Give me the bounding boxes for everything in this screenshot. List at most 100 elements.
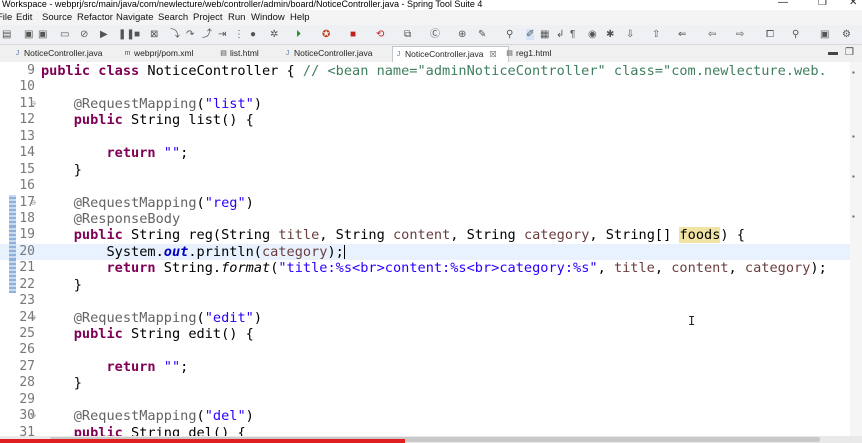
- code-line[interactable]: 30 ⊖ @RequestMapping("del"): [0, 408, 850, 424]
- skip-breakpoints-icon[interactable]: ⊘: [80, 29, 88, 40]
- tab-reg1-html[interactable]: ▤ reg1.html: [504, 46, 551, 61]
- menu-project[interactable]: Project: [193, 10, 223, 25]
- code-line[interactable]: 22 }: [0, 276, 850, 294]
- forward-icon[interactable]: ⇨: [736, 29, 744, 40]
- line-gutter[interactable]: 24 ⊖: [0, 310, 40, 326]
- code-line[interactable]: 17 ⊖ @RequestMapping("reg"): [0, 194, 850, 211]
- code-line[interactable]: 27 return "";: [0, 359, 850, 375]
- save-all-icon[interactable]: ▣: [38, 29, 47, 40]
- tab-notice-controller-1[interactable]: J NoticeController.java: [12, 46, 103, 61]
- code-line[interactable]: 13: [0, 129, 850, 145]
- close-tab-icon[interactable]: ☒: [489, 50, 496, 59]
- menu-navigate[interactable]: Navigate: [116, 10, 154, 25]
- block-selection-icon[interactable]: ▦: [540, 29, 549, 40]
- code-line[interactable]: 29: [0, 392, 850, 408]
- show-whitespace-icon[interactable]: ¶: [570, 29, 575, 40]
- menu-run[interactable]: Run: [228, 10, 245, 25]
- code-line[interactable]: 18 @ResponseBody: [0, 210, 850, 228]
- line-gutter[interactable]: 23: [0, 293, 40, 309]
- menu-window[interactable]: Window: [251, 10, 285, 25]
- minimize-editor-icon[interactable]: ▬: [828, 47, 838, 58]
- java-perspective-icon[interactable]: ▣: [820, 29, 829, 40]
- step-into-icon[interactable]: ⤵: [170, 29, 180, 40]
- tab-notice-controller-2[interactable]: J NoticeController.java: [282, 46, 373, 61]
- open-type-icon[interactable]: ⊕: [458, 29, 466, 40]
- maximize-editor-icon[interactable]: ❐: [845, 47, 854, 58]
- line-gutter[interactable]: 20: [0, 243, 40, 261]
- fold-toggle-icon[interactable]: ⊖: [31, 96, 36, 112]
- line-gutter[interactable]: 13: [0, 129, 40, 145]
- tab-pom-xml[interactable]: m webprj/pom.xml: [122, 46, 194, 61]
- new-icon[interactable]: ▤: [2, 29, 11, 40]
- search-toolbar-icon[interactable]: ⚲: [506, 29, 513, 40]
- line-gutter[interactable]: 19: [0, 227, 40, 244]
- line-gutter[interactable]: 21: [0, 260, 40, 277]
- fold-toggle-icon[interactable]: ⊖: [31, 408, 36, 424]
- relaunch-icon[interactable]: ⟲: [376, 29, 384, 40]
- line-gutter[interactable]: 30 ⊖: [0, 408, 40, 424]
- line-gutter[interactable]: 27: [0, 359, 40, 375]
- menu-file[interactable]: File: [0, 10, 12, 25]
- tab-list-html[interactable]: ▤ list.html: [218, 46, 259, 61]
- line-gutter[interactable]: 22: [0, 276, 40, 294]
- new-class-icon[interactable]: Ⓒ: [430, 29, 440, 40]
- code-line[interactable]: 16: [0, 178, 850, 194]
- code-line[interactable]: 12 public String list() {: [0, 112, 850, 128]
- minimize-icon[interactable]: —: [778, 0, 788, 8]
- stop-icon[interactable]: ■: [350, 29, 356, 40]
- mark-occurrences-icon[interactable]: ✐: [526, 29, 535, 40]
- code-line[interactable]: 9 public class NoticeController { // <bea…: [0, 63, 850, 79]
- terminate-icon[interactable]: ■: [134, 29, 140, 40]
- code-line[interactable]: 20 System.out.println(category);: [0, 243, 850, 261]
- open-perspective-icon[interactable]: ⧠: [766, 29, 774, 40]
- line-gutter[interactable]: 12: [0, 112, 40, 128]
- vertical-scrollbar[interactable]: ▪ ▪ ▪ ▪: [850, 62, 862, 443]
- menu-search[interactable]: Search: [158, 10, 188, 25]
- code-line[interactable]: 11 ⊖ @RequestMapping("list"): [0, 96, 850, 112]
- code-line[interactable]: 28 }: [0, 375, 850, 391]
- new-java-project-icon[interactable]: ⧉: [404, 29, 411, 40]
- close-icon[interactable]: ✕: [849, 0, 857, 8]
- next-annotation-icon[interactable]: ⇩: [626, 29, 634, 40]
- use-step-filters-icon[interactable]: ⋮: [234, 29, 244, 40]
- restore-icon[interactable]: ❐: [818, 0, 827, 8]
- search-icon[interactable]: ⚲: [792, 29, 799, 40]
- spring-boot-icon[interactable]: ●: [250, 29, 256, 40]
- back-icon[interactable]: ⇦: [708, 29, 716, 40]
- disconnect-icon[interactable]: ⊠: [150, 29, 158, 40]
- last-edit-location-icon[interactable]: ⇐: [678, 29, 686, 40]
- code-editor[interactable]: 9 public class NoticeController { // <bea…: [0, 62, 850, 443]
- code-line[interactable]: 19 public String reg(String title, Strin…: [0, 227, 850, 244]
- code-line[interactable]: 24 ⊖ @RequestMapping("edit"): [0, 310, 850, 326]
- step-return-icon[interactable]: ⤴: [202, 29, 212, 40]
- fold-toggle-icon[interactable]: ⊖: [31, 310, 36, 326]
- debug-icon[interactable]: ✲: [270, 29, 278, 40]
- run-external-tools-icon[interactable]: ✪: [322, 29, 330, 40]
- line-gutter[interactable]: 28: [0, 375, 40, 391]
- code-line[interactable]: 26: [0, 342, 850, 358]
- line-gutter[interactable]: 15: [0, 162, 40, 178]
- menu-help[interactable]: Help: [290, 10, 310, 25]
- line-gutter[interactable]: 25: [0, 326, 40, 342]
- annotation-icon[interactable]: ✱: [606, 29, 614, 40]
- save-icon[interactable]: ▣: [24, 29, 33, 40]
- line-gutter[interactable]: 11 ⊖: [0, 96, 40, 112]
- debug-perspective-icon[interactable]: ⚙: [842, 29, 851, 40]
- code-line[interactable]: 10: [0, 79, 850, 95]
- run-icon[interactable]: ⏵: [296, 29, 301, 40]
- drop-to-frame-icon[interactable]: ⇥: [218, 29, 226, 40]
- open-task-icon[interactable]: ✎: [478, 29, 486, 40]
- line-gutter[interactable]: 14: [0, 145, 40, 161]
- step-over-icon[interactable]: ↷: [186, 29, 194, 40]
- code-line[interactable]: 15 }: [0, 162, 850, 178]
- tab-notice-controller-active[interactable]: J NoticeController.java ☒: [392, 46, 509, 62]
- line-gutter[interactable]: 26: [0, 342, 40, 358]
- menu-refactor[interactable]: Refactor: [77, 10, 113, 25]
- menu-edit[interactable]: Edit: [16, 10, 32, 25]
- code-line[interactable]: 25 public String edit() {: [0, 326, 850, 342]
- line-gutter[interactable]: 17 ⊖: [0, 194, 40, 211]
- code-line[interactable]: 14 return "";: [0, 145, 850, 161]
- code-line[interactable]: 21 return String.format("title:%s<br>con…: [0, 260, 850, 277]
- line-gutter[interactable]: 16: [0, 178, 40, 194]
- menu-source[interactable]: Source: [42, 10, 72, 25]
